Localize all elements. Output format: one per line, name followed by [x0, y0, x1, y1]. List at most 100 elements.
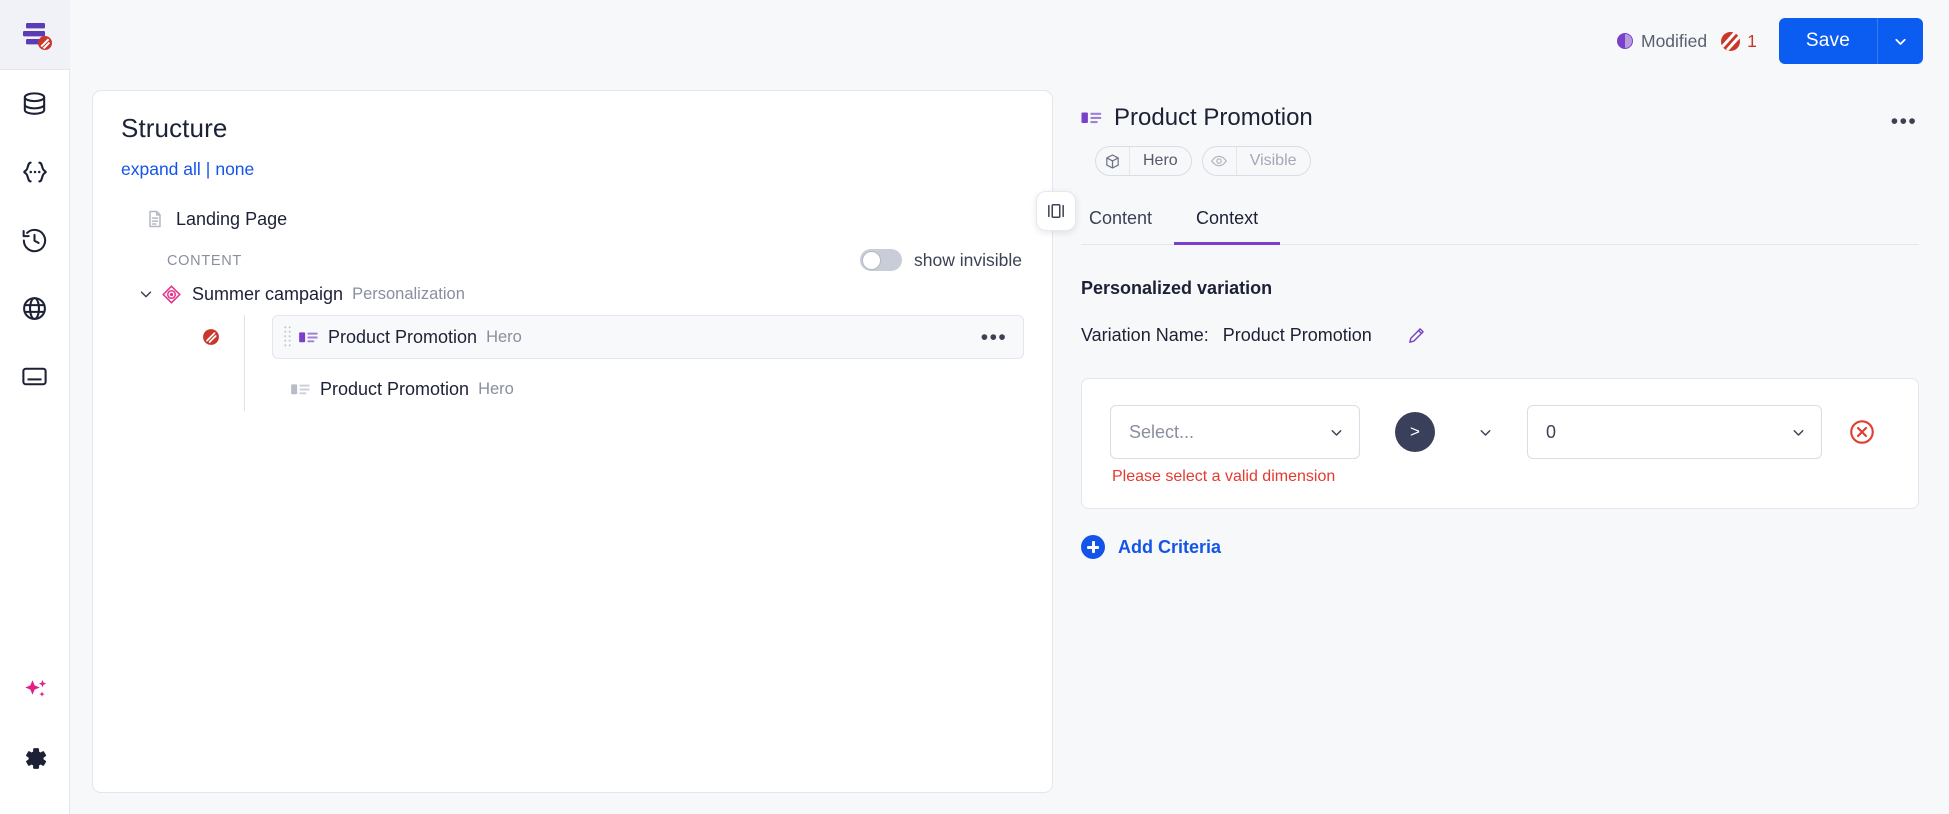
gear-icon — [26, 747, 47, 769]
tab-content[interactable]: Content — [1081, 208, 1174, 245]
hero-block-icon — [299, 330, 318, 345]
detail-title: Product Promotion — [1114, 104, 1313, 131]
expand-controls: expand all | none — [121, 159, 1024, 180]
dimension-select-value: Select... — [1129, 421, 1195, 442]
tree-node-product-promotion-base[interactable]: Product Promotion Hero — [272, 367, 1024, 411]
chevron-down-icon — [1895, 38, 1906, 45]
chevron-down-icon[interactable] — [135, 285, 157, 303]
sidebar-item-history[interactable] — [0, 206, 70, 274]
tree-node-landing-page[interactable]: Landing Page — [121, 198, 1024, 240]
history-clock-icon — [22, 228, 47, 252]
variation-name-value: Product Promotion — [1222, 325, 1372, 345]
tree-row-wrapper: Product Promotion Hero — [245, 367, 1024, 411]
conflict-marker-icon — [201, 327, 221, 347]
detail-panel: Product Promotion Hero Visible ••• Conte… — [1053, 82, 1949, 814]
detail-menu-button[interactable]: ••• — [1889, 106, 1919, 136]
dimension-select[interactable]: Select... — [1110, 405, 1360, 459]
main-area: Modified 1 Save Structure expand all | n… — [70, 0, 1949, 814]
add-criteria-label: Add Criteria — [1118, 536, 1222, 557]
save-button[interactable]: Save — [1778, 18, 1877, 64]
sidebar-item-page[interactable] — [0, 342, 70, 410]
window-card-icon — [22, 367, 47, 385]
collapse-none-link[interactable]: none — [215, 159, 254, 180]
tree-node-product-promotion-selected[interactable]: Product Promotion Hero ••• — [272, 315, 1024, 359]
operator-badge[interactable]: > — [1395, 412, 1435, 452]
drag-handle[interactable] — [283, 325, 292, 349]
tree-node-summer-campaign[interactable]: Summer campaign Personalization — [121, 273, 1024, 315]
criteria-error-message: Please select a valid dimension — [1112, 468, 1336, 485]
status-badge-label: Visible — [1249, 152, 1297, 169]
eye-icon — [1203, 147, 1237, 175]
detail-badges: Hero Visible — [1095, 146, 1889, 176]
tree-row-menu-button[interactable]: ••• — [981, 324, 1007, 350]
expand-all-link[interactable]: expand all — [121, 159, 201, 180]
tab-context[interactable]: Context — [1174, 208, 1281, 245]
status-badge-label: Modified — [1641, 30, 1708, 51]
criteria-box: Select... > 0 Please select a valid dime… — [1081, 378, 1919, 509]
tree-node-subtype: Hero — [478, 379, 514, 398]
operator-symbol: > — [1410, 422, 1420, 441]
tree-row-wrapper: Product Promotion Hero ••• — [203, 315, 1024, 359]
split-panel-toggle-button[interactable] — [1036, 191, 1076, 231]
slashed-circle-icon — [1721, 31, 1741, 51]
remove-criteria-button[interactable] — [1848, 418, 1876, 446]
braces-code-icon — [22, 161, 47, 183]
remove-circle-icon — [1850, 420, 1874, 444]
criteria-row: Select... > 0 — [1110, 405, 1890, 459]
app-logo-icon — [22, 22, 52, 50]
top-bar: Modified 1 Save — [70, 0, 1949, 82]
variation-name-row: Variation Name: Product Promotion — [1081, 325, 1919, 346]
sidebar-item-ai[interactable] — [0, 656, 70, 724]
structure-panel-wrapper: Structure expand all | none show invisib… — [70, 82, 1076, 814]
content-row: Structure expand all | none show invisib… — [70, 82, 1949, 814]
chevron-down-icon — [1793, 429, 1804, 436]
cube-icon — [1096, 147, 1130, 175]
tree-node-label: Summer campaign — [192, 283, 344, 304]
page-title: Structure — [121, 113, 228, 143]
tree-node-label: Landing Page — [176, 208, 288, 229]
status-badge-hero[interactable]: Hero — [1095, 146, 1192, 176]
sidebar-item-database[interactable] — [0, 70, 70, 138]
sidebar-item-settings[interactable] — [0, 724, 70, 792]
conflict-count: 1 — [1747, 30, 1757, 51]
detail-title-row: Product Promotion — [1081, 104, 1889, 132]
add-criteria-button[interactable]: Add Criteria — [1081, 535, 1919, 559]
app-root: Modified 1 Save Structure expand all | n… — [0, 0, 1949, 814]
link-separator: | — [205, 159, 211, 179]
detail-tabs: Content Context — [1081, 208, 1919, 245]
chevron-down-icon — [1480, 429, 1491, 436]
globe-icon — [23, 296, 46, 320]
variation-name-label: Variation Name: — [1081, 325, 1209, 345]
tree-node-label: Product Promotion — [320, 378, 470, 399]
structure-tree: Landing Page CONTENT Summer campaign Per… — [121, 198, 1024, 411]
target-icon — [161, 284, 182, 305]
tree-node-subtype: Hero — [486, 327, 522, 346]
left-sidebar — [0, 0, 70, 814]
status-badge-visible[interactable]: Visible — [1201, 146, 1311, 176]
document-icon — [145, 209, 165, 229]
pencil-icon[interactable] — [1407, 326, 1426, 345]
half-circle-icon — [1617, 33, 1633, 49]
status-badge: Modified — [1617, 31, 1707, 52]
sparkles-icon — [24, 680, 46, 697]
structure-panel: Structure expand all | none show invisib… — [92, 90, 1076, 793]
app-logo[interactable] — [0, 0, 70, 70]
hero-block-icon — [291, 382, 310, 397]
sidebar-item-globe[interactable] — [0, 274, 70, 342]
database-icon — [23, 91, 46, 115]
conflict-indicator[interactable]: 1 — [1721, 31, 1757, 52]
operator-select[interactable] — [1477, 424, 1494, 441]
value-select[interactable]: 0 — [1527, 405, 1822, 459]
detail-header-left: Product Promotion Hero Visible — [1081, 104, 1889, 176]
split-panel-icon — [1048, 204, 1064, 218]
tree-node-label: Product Promotion — [328, 326, 478, 347]
save-button-group: Save — [1778, 18, 1923, 64]
status-badge-label: Hero — [1143, 152, 1178, 169]
tree-children: Product Promotion Hero ••• Product Promo… — [203, 315, 1024, 411]
save-options-button[interactable] — [1877, 18, 1923, 64]
section-title: Personalized variation — [1081, 278, 1273, 298]
sidebar-item-code[interactable] — [0, 138, 70, 206]
plus-circle-icon — [1081, 535, 1105, 559]
tree-section-label: CONTENT — [167, 253, 242, 269]
hero-block-icon — [1081, 110, 1102, 126]
